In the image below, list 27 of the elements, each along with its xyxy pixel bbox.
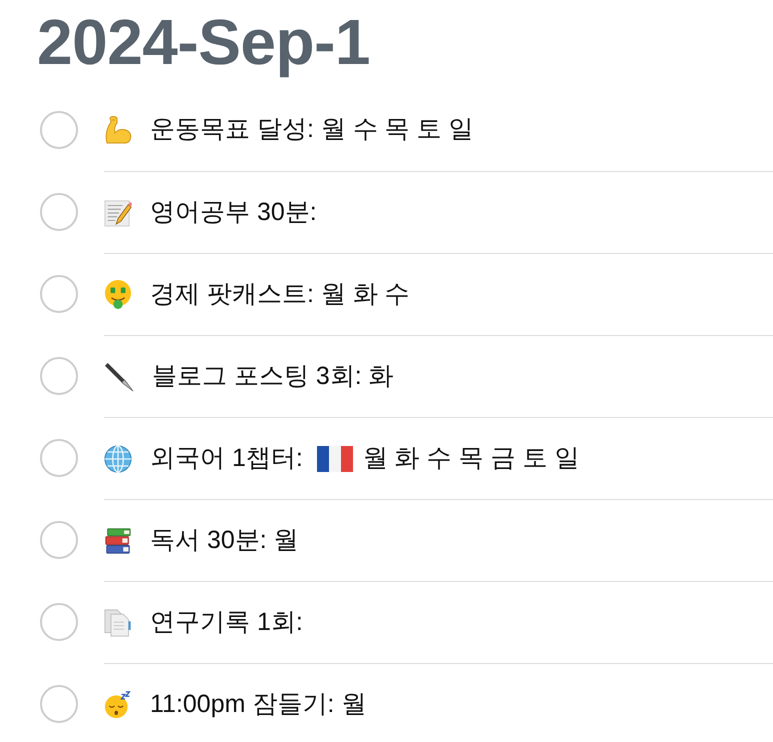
fountain-pen-icon xyxy=(104,362,134,392)
sleeping-face-icon xyxy=(104,690,132,718)
task-label: 경제 팟캐스트: 월 화 수 xyxy=(150,278,410,310)
memo-pencil-icon xyxy=(104,198,132,226)
flexed-arm-icon xyxy=(104,116,132,144)
task-days: 월 화 수 목 금 토 일 xyxy=(362,440,580,478)
task-label: 연구기록 1회: xyxy=(150,606,303,638)
task-label: 외국어 1챕터: xyxy=(150,442,303,474)
money-face-icon xyxy=(104,280,132,309)
task-label: 영어공부 30분: xyxy=(150,196,317,228)
task-label: 운동목표 달성: 월 수 목 토 일 xyxy=(150,114,474,146)
task-label: 블로그 포스팅 3회: 화 xyxy=(152,360,394,392)
page-title: 2024-Sep-1 xyxy=(36,5,371,80)
checkbox[interactable] xyxy=(40,521,78,559)
task-label: 11:00pm 잠들기: 월 xyxy=(150,688,366,720)
checkbox[interactable] xyxy=(40,357,78,395)
flag-icon xyxy=(316,446,353,472)
checkbox[interactable] xyxy=(40,193,78,231)
globe-icon xyxy=(104,444,132,472)
checkbox[interactable] xyxy=(40,603,78,641)
checkbox[interactable] xyxy=(40,275,78,313)
checkbox[interactable] xyxy=(40,685,78,723)
checkbox[interactable] xyxy=(40,111,78,149)
books-icon xyxy=(104,526,132,554)
document-pages-icon xyxy=(104,608,132,636)
checkbox[interactable] xyxy=(40,439,78,477)
task-label: 독서 30분: 월 xyxy=(150,524,299,556)
